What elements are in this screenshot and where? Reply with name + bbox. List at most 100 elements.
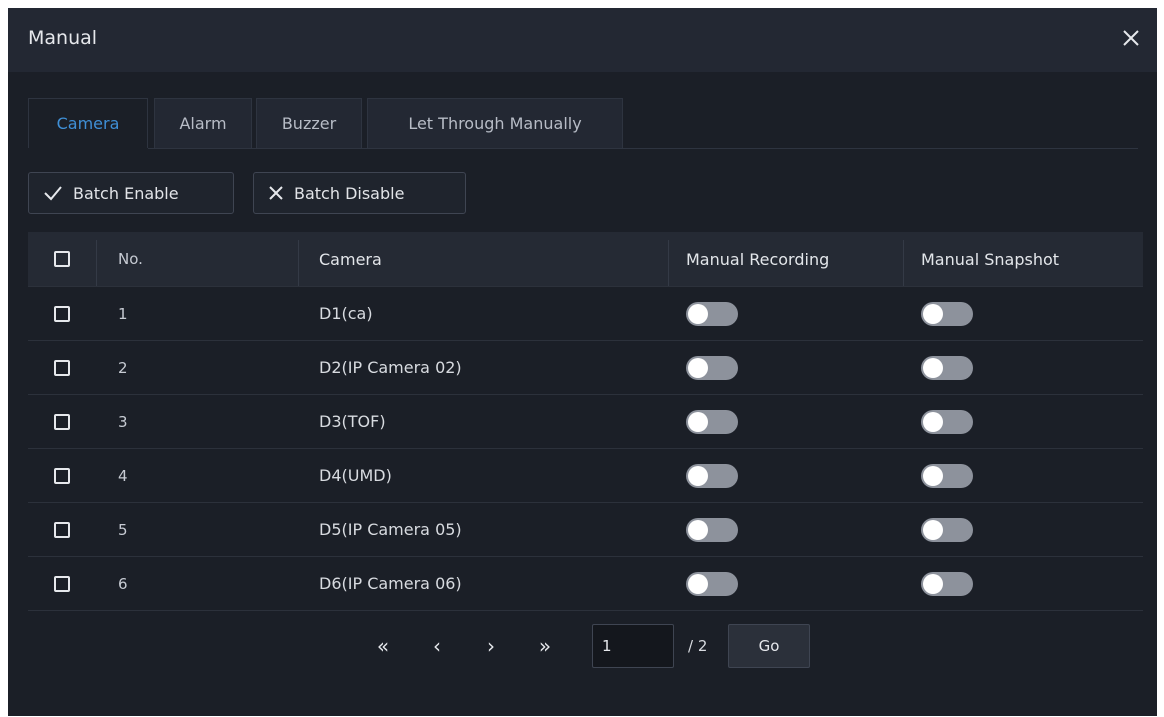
manual-snapshot-toggle[interactable]: [921, 355, 973, 380]
recording-toggle-cell: [668, 341, 903, 394]
recording-toggle-cell: [668, 503, 903, 556]
row-camera: D1(ca): [319, 304, 373, 323]
row-camera: D4(UMD): [319, 466, 392, 485]
recording-toggle-cell: [668, 287, 903, 340]
tab-buzzer[interactable]: Buzzer: [256, 98, 362, 148]
manual-recording-toggle[interactable]: [686, 409, 738, 434]
row-camera: D2(IP Camera 02): [319, 358, 462, 377]
recording-toggle-cell: [668, 449, 903, 502]
batch-disable-label: Batch Disable: [294, 183, 405, 203]
prev-page-button[interactable]: ‹: [422, 624, 452, 668]
manual-snapshot-toggle[interactable]: [921, 517, 973, 542]
row-checkbox-cell: [28, 395, 96, 448]
table-row: 2 D2(IP Camera 02): [28, 341, 1143, 395]
manual-dialog: Manual Camera Alarm Buzzer Let Through M…: [8, 8, 1157, 716]
toggle-knob: [923, 411, 943, 432]
row-camera: D5(IP Camera 05): [319, 520, 462, 539]
toggle-knob: [688, 303, 708, 324]
x-icon: [269, 186, 283, 200]
row-no: 6: [118, 574, 128, 593]
toggle-knob: [923, 573, 943, 594]
manual-snapshot-toggle[interactable]: [921, 409, 973, 434]
toggle-knob: [688, 573, 708, 594]
toggle-knob: [923, 519, 943, 540]
tab-let-through-manually[interactable]: Let Through Manually: [367, 98, 623, 148]
batch-enable-button[interactable]: Batch Enable: [28, 172, 234, 214]
manual-snapshot-toggle[interactable]: [921, 301, 973, 326]
next-page-button[interactable]: ›: [476, 624, 506, 668]
manual-recording-toggle[interactable]: [686, 301, 738, 326]
tab-camera[interactable]: Camera: [28, 98, 148, 148]
tab-alarm[interactable]: Alarm: [154, 98, 252, 148]
table-header-row: No. Camera Manual Recording Manual Snaps…: [28, 232, 1143, 287]
manual-recording-toggle[interactable]: [686, 355, 738, 380]
snapshot-toggle-cell: [903, 287, 1143, 340]
row-checkbox-cell: [28, 557, 96, 610]
row-checkbox[interactable]: [54, 305, 70, 322]
toggle-knob: [688, 411, 708, 432]
table-row: 6 D6(IP Camera 06): [28, 557, 1143, 611]
snapshot-toggle-cell: [903, 395, 1143, 448]
recording-toggle-cell: [668, 395, 903, 448]
row-no: 3: [118, 412, 128, 431]
header-camera: Camera: [319, 249, 382, 269]
table-row: 3 D3(TOF): [28, 395, 1143, 449]
manual-recording-toggle[interactable]: [686, 571, 738, 596]
row-checkbox[interactable]: [54, 413, 70, 430]
row-no: 4: [118, 466, 128, 485]
row-no: 5: [118, 520, 128, 539]
last-page-button[interactable]: »: [530, 624, 560, 668]
close-button[interactable]: [1115, 22, 1147, 54]
tab-camera-label: Camera: [56, 114, 120, 133]
camera-table: No. Camera Manual Recording Manual Snaps…: [28, 232, 1143, 611]
recording-toggle-cell: [668, 557, 903, 610]
manual-recording-toggle[interactable]: [686, 517, 738, 542]
manual-recording-toggle[interactable]: [686, 463, 738, 488]
row-checkbox[interactable]: [54, 575, 70, 592]
page-total: / 2: [688, 637, 708, 655]
pagination: « ‹ › » / 2 Go: [8, 624, 1157, 674]
snapshot-toggle-cell: [903, 341, 1143, 394]
tab-alarm-label: Alarm: [179, 114, 227, 133]
row-checkbox[interactable]: [54, 467, 70, 484]
row-no: 2: [118, 358, 128, 377]
table-row: 4 D4(UMD): [28, 449, 1143, 503]
tab-divider: [148, 148, 1138, 149]
batch-enable-label: Batch Enable: [73, 183, 179, 203]
tab-buzzer-label: Buzzer: [281, 114, 337, 133]
row-checkbox[interactable]: [54, 359, 70, 376]
snapshot-toggle-cell: [903, 449, 1143, 502]
snapshot-toggle-cell: [903, 503, 1143, 556]
dialog-title: Manual: [28, 27, 98, 49]
select-all-checkbox[interactable]: [54, 251, 70, 267]
row-checkbox-cell: [28, 449, 96, 502]
toggle-knob: [688, 357, 708, 378]
row-checkbox-cell: [28, 287, 96, 340]
toggle-knob: [688, 519, 708, 540]
row-checkbox-cell: [28, 503, 96, 556]
row-checkbox-cell: [28, 341, 96, 394]
header-manual-snapshot: Manual Snapshot: [921, 249, 1060, 269]
first-page-button[interactable]: «: [368, 624, 398, 668]
page-number-input[interactable]: [592, 624, 674, 668]
close-icon: [1123, 30, 1139, 46]
table-row: 5 D5(IP Camera 05): [28, 503, 1143, 557]
row-camera: D3(TOF): [319, 412, 386, 431]
tab-let-through-manually-label: Let Through Manually: [408, 114, 582, 133]
table-row: 1 D1(ca): [28, 287, 1143, 341]
dialog-titlebar: Manual: [8, 8, 1157, 72]
toggle-knob: [923, 465, 943, 486]
select-all-cell: [28, 232, 96, 286]
toggle-knob: [923, 357, 943, 378]
check-icon: [44, 186, 62, 201]
go-button[interactable]: Go: [728, 624, 810, 668]
manual-snapshot-toggle[interactable]: [921, 571, 973, 596]
batch-disable-button[interactable]: Batch Disable: [253, 172, 466, 214]
manual-snapshot-toggle[interactable]: [921, 463, 973, 488]
snapshot-toggle-cell: [903, 557, 1143, 610]
header-no: No.: [118, 250, 143, 268]
header-manual-recording: Manual Recording: [686, 249, 830, 269]
row-camera: D6(IP Camera 06): [319, 574, 462, 593]
row-checkbox[interactable]: [54, 521, 70, 538]
row-no: 1: [118, 304, 128, 323]
